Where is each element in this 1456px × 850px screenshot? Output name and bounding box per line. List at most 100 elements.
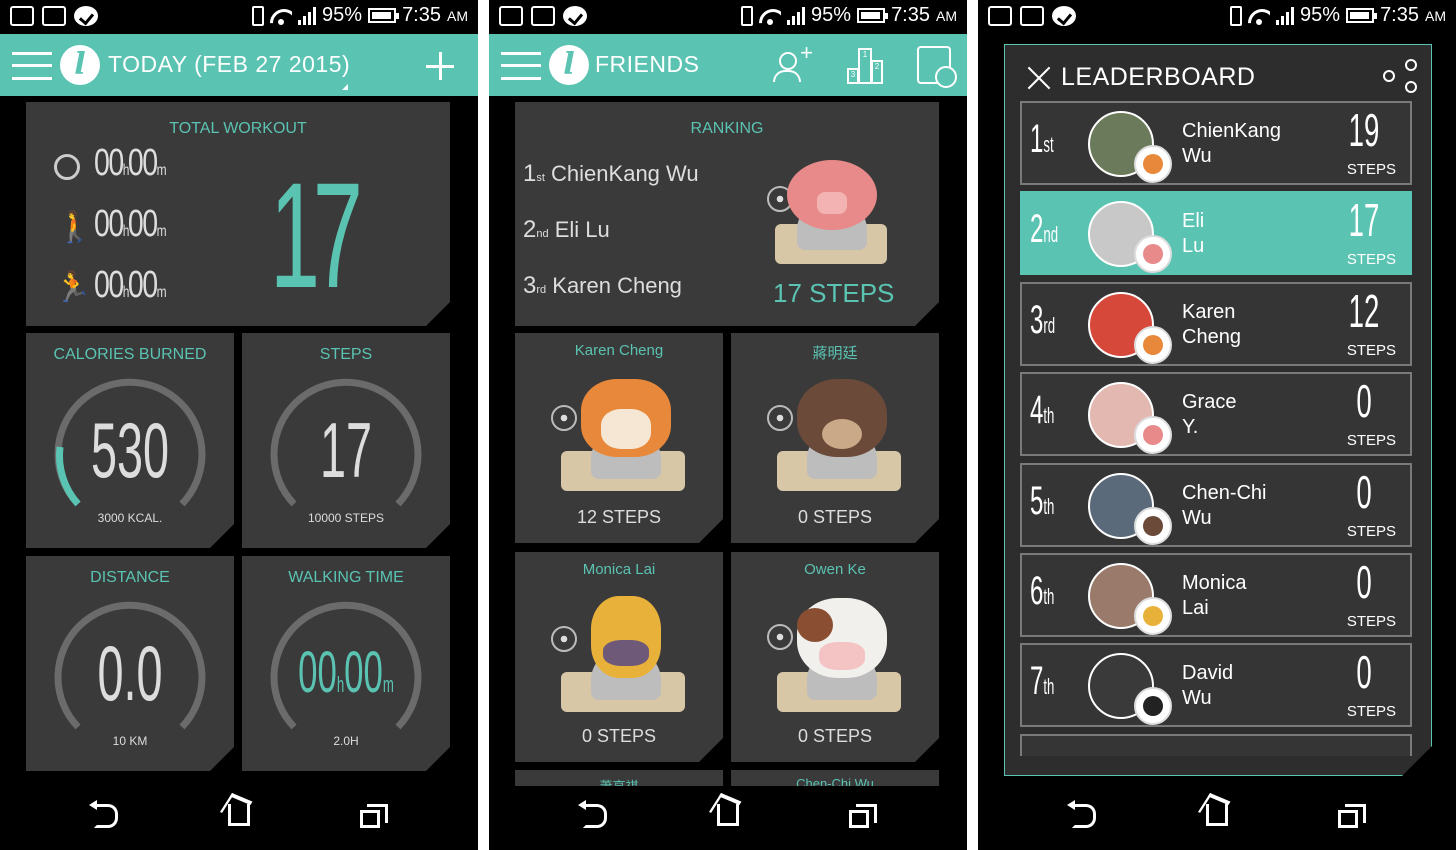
steps-label: STEPS	[319, 346, 373, 363]
gallery-icon	[42, 6, 66, 26]
menu-icon[interactable]	[12, 52, 52, 80]
rank-number: 7th	[1030, 659, 1055, 704]
steps-count: 12	[1348, 284, 1380, 337]
user-name: Karen Cheng	[1182, 300, 1241, 348]
rank-number: 2nd	[1030, 207, 1059, 252]
notification-icon	[988, 6, 1012, 26]
vibrate-icon	[1230, 5, 1243, 26]
recent-apps-icon[interactable]	[849, 804, 877, 828]
walking-time-card[interactable]: WALKING TIME 00h00m 2.0H	[242, 556, 450, 771]
steps-card[interactable]: STEPS 17 10000 STEPS	[242, 333, 450, 548]
distance-value: 0.0	[97, 629, 163, 717]
pig-badge-icon	[1134, 235, 1172, 273]
rank-number: 3rd	[1030, 297, 1056, 342]
leaderboard-dialog: LEADERBOARD 1st ChienKang Wu 19 STEPS 2nd Eli L…	[1004, 44, 1432, 776]
llama-badge-icon	[1134, 597, 1172, 635]
user-name: ChienKang Wu	[1182, 120, 1281, 167]
clock-ampm: AM	[1425, 7, 1446, 24]
date-dropdown-indicator[interactable]	[342, 84, 348, 90]
page-title: FRIENDS	[595, 51, 700, 77]
rank-entry: 2nd Eli Lu	[523, 216, 610, 243]
rank-number: 5th	[1030, 478, 1055, 523]
steps-count: 0	[1356, 465, 1372, 518]
friend-card[interactable]: 蔣明廷 0 STEPS	[731, 333, 939, 543]
menu-icon[interactable]	[501, 52, 541, 80]
total-workout-card[interactable]: TOTAL WORKOUT 00h00m 🚶 00h00m 🏃 00h00m 1…	[26, 102, 450, 326]
my-steps: 17 STEPS	[773, 278, 895, 308]
rank-number: 4th	[1030, 388, 1055, 433]
nav-bar	[978, 786, 1456, 850]
pig-avatar	[767, 160, 887, 270]
check-icon	[1052, 6, 1076, 26]
distance-card[interactable]: DISTANCE 0.0 10 KM	[26, 556, 234, 771]
calories-card[interactable]: CALORIES BURNED 530 3000 KCAL.	[26, 333, 234, 548]
steps-unit: STEPS	[1346, 251, 1396, 269]
close-icon[interactable]	[1027, 65, 1051, 89]
clock-ampm: AM	[447, 7, 468, 24]
llama-avatar	[551, 596, 691, 720]
dog-badge-icon	[1134, 145, 1172, 183]
steps-count: 0	[1356, 556, 1372, 608]
steps-count: 17	[1348, 194, 1380, 247]
steps-count: 0	[1356, 646, 1372, 699]
leaderboard-icon[interactable]: 3 1 2	[845, 46, 885, 86]
steps-value: 17	[319, 406, 373, 494]
ranking-card[interactable]: RANKING 1st ChienKang Wu 2nd Eli Lu 3rd …	[515, 102, 939, 326]
back-icon[interactable]	[578, 800, 607, 828]
check-icon	[74, 6, 98, 26]
user-name: David Wu	[1182, 662, 1234, 710]
friend-name: 蔣明廷	[812, 345, 858, 362]
leaderboard-row[interactable]: 1st ChienKang Wu 19 STEPS	[1020, 101, 1412, 185]
ranking-label: RANKING	[690, 120, 764, 137]
app-logo: l	[60, 45, 100, 85]
gallery-icon	[1020, 6, 1044, 26]
rank-number: 6th	[1030, 569, 1055, 613]
home-icon[interactable]	[1206, 804, 1228, 826]
recent-apps-icon[interactable]	[1338, 804, 1366, 828]
leaderboard-row[interactable]: 5th Chen-Chi Wu 0 STEPS	[1020, 463, 1412, 547]
friend-card-partial[interactable]: 蕭亨祺	[515, 770, 723, 794]
user-name: Chen-Chi Wu	[1182, 481, 1267, 529]
friend-card[interactable]: Monica Lai 0 STEPS	[515, 552, 723, 762]
signal-icon	[787, 6, 806, 25]
page-title: TODAY (FEB 27 2015)	[108, 51, 351, 77]
gallery-icon	[531, 6, 555, 26]
calories-label: CALORIES BURNED	[53, 346, 207, 363]
home-icon[interactable]	[717, 804, 739, 826]
report-icon[interactable]	[917, 46, 957, 88]
add-icon[interactable]	[426, 52, 454, 80]
dialog-title: LEADERBOARD	[1061, 63, 1256, 91]
signal-icon	[1276, 6, 1295, 25]
rank-number: 1st	[1030, 117, 1054, 161]
leaderboard-row[interactable]: 4th Grace Y. 0 STEPS	[1020, 372, 1412, 456]
home-icon[interactable]	[228, 804, 250, 826]
leaderboard-row[interactable]: 6th Monica Lai 0 STEPS	[1020, 553, 1412, 637]
steps-count: 19	[1348, 104, 1380, 156]
friend-card-partial[interactable]: Chen-Chi Wu	[731, 770, 939, 791]
walking-time-label: WALKING TIME	[288, 569, 404, 586]
back-icon[interactable]	[89, 800, 118, 828]
distance-label: DISTANCE	[90, 569, 170, 586]
leaderboard-row[interactable]: 3rd Karen Cheng 12 STEPS	[1020, 282, 1412, 366]
battery-icon	[857, 8, 889, 23]
friend-card[interactable]: Karen Cheng 12 STEPS	[515, 333, 723, 543]
friend-card[interactable]: Owen Ke 0 STEPS	[731, 552, 939, 762]
leaderboard-row[interactable]: 7th David Wu 0 STEPS	[1020, 643, 1412, 727]
leaderboard-row[interactable]: 2nd Eli Lu 17 STEPS	[1020, 191, 1412, 275]
battery-icon	[368, 8, 400, 23]
vibrate-icon	[252, 5, 265, 26]
steps-unit: STEPS	[1346, 522, 1396, 540]
recent-apps-icon[interactable]	[360, 804, 388, 828]
clock: 7:35	[402, 4, 441, 26]
wifi-icon	[270, 7, 292, 25]
leaderboard-row-partial[interactable]	[1020, 734, 1412, 756]
calories-goal: 3000 KCAL.	[97, 511, 163, 525]
add-friend-icon[interactable]	[773, 40, 813, 86]
back-icon[interactable]	[1067, 800, 1096, 828]
check-icon	[563, 6, 587, 26]
friend-steps: 0 STEPS	[797, 726, 873, 746]
cow-avatar	[767, 598, 907, 720]
clock: 7:35	[891, 4, 930, 26]
share-icon[interactable]	[1383, 59, 1417, 93]
friend-steps: 12 STEPS	[576, 507, 662, 527]
